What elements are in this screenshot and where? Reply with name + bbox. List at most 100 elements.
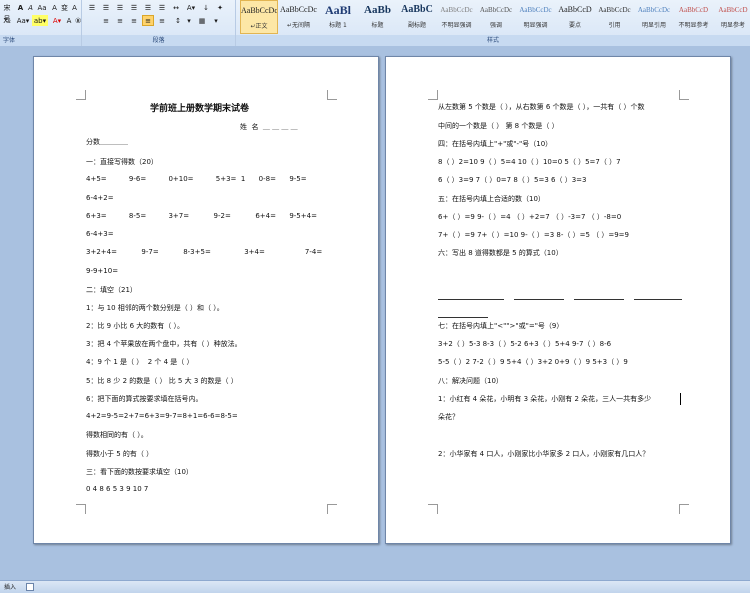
clear-format-button[interactable]: A: [50, 2, 59, 13]
crop-mark: [76, 504, 86, 514]
style-preview: AaBbCcD: [718, 6, 748, 14]
font-color-button[interactable]: A▾: [50, 15, 64, 26]
borders-button[interactable]: ▾: [210, 15, 222, 26]
style-preview: AaBbCcDc: [519, 6, 552, 14]
exam-line: 5：比 8 少 2 的数是（ ） 比 5 大 3 的数是（ ）: [86, 377, 238, 385]
style-name: 不明显参考: [678, 22, 709, 29]
paragraph-group-label: 段落: [82, 35, 235, 46]
enclose-char-button[interactable]: ⑧: [74, 15, 82, 26]
asian-layout-button[interactable]: A▾: [184, 2, 198, 13]
exam-title: 学前班上册数学期末试卷: [150, 104, 250, 114]
ribbon: 宋号 A A Aa A 变 A X₂ Aa▾ ab▾ A▾ A ⑧ 字体 ☰ ☰…: [0, 0, 750, 46]
exam-line: 四：在括号内填上"+"或"-"号（10）: [438, 140, 553, 148]
sort-button[interactable]: ↓: [200, 2, 212, 13]
exam-line: 8（ ）2=10 9（ ）5=4 10（ ）10=0 5（ ）5=7（ ）7: [438, 158, 621, 166]
exam-line: 五：在括号内填上合适的数（10）: [438, 195, 545, 203]
style-name: 明显引用: [641, 22, 666, 29]
align-center-button[interactable]: ≡: [114, 15, 126, 26]
exam-line: 6：把下面的算式按要求填在括号内。: [86, 395, 203, 403]
change-case-button[interactable]: Aa: [36, 2, 48, 13]
exam-line: 得数相同的有（ ）。: [86, 431, 148, 439]
style-preview: AaBl: [324, 3, 351, 17]
style-name: ↵正文: [250, 23, 268, 30]
highlight-button[interactable]: ab▾: [32, 15, 48, 26]
decrease-indent-button[interactable]: ☰: [128, 2, 140, 13]
style-tile[interactable]: AaBbC 副标题: [398, 0, 436, 34]
style-tile[interactable]: AaBbCcD 要点: [556, 0, 594, 34]
exam-line: 3+2（ ）5-3 8-3（ ）5-2 6+3（ ）5+4 9-7（ ）8-6: [438, 340, 612, 348]
line-spacing-button[interactable]: ↕: [172, 15, 184, 26]
align-right-button[interactable]: ≡: [128, 15, 140, 26]
exam-line: 6+（ ）=9 9-（ ）=4 （ ）+2=7 （ ）-3=7 （ ）-8=0: [438, 213, 622, 221]
style-name: 强调: [489, 22, 502, 29]
style-preview: AaBbCcD: [558, 5, 592, 14]
style-name: 标题: [371, 22, 384, 29]
style-tile[interactable]: AaBbCcDc 强调: [477, 0, 515, 34]
crop-mark: [327, 90, 337, 100]
subscript-button[interactable]: X₂: [0, 15, 14, 26]
style-preview: AaBbCcD: [678, 6, 709, 14]
crop-mark: [428, 504, 438, 514]
exam-line: 6（ ）3=9 7（ ）0=7 8（ ）5=3 6（ ）3=3: [438, 176, 587, 184]
macro-record-icon[interactable]: [26, 583, 34, 591]
answer-blank: [514, 299, 564, 300]
char-shading-button[interactable]: A: [65, 15, 73, 26]
style-tile[interactable]: AaBbCcDc ↵无间隔: [280, 0, 318, 34]
multilevel-list-button[interactable]: ☰: [114, 2, 126, 13]
font-size-box[interactable]: 宋号: [0, 2, 14, 23]
style-name: 明显强调: [523, 22, 548, 29]
show-marks-button[interactable]: ✦: [214, 2, 226, 13]
page-2[interactable]: 从左数第 5 个数是（ ），从右数第 6 个数是（ ），一共有（ ）个数 中间的一…: [385, 56, 731, 544]
style-tile[interactable]: AaBbCcD 明显参考: [714, 0, 750, 34]
exam-line: 4+5= 9-6= 0+10= 5+3= 1 0-8= 9-5=: [86, 175, 307, 183]
bold-button[interactable]: A: [16, 2, 25, 13]
char-border-button[interactable]: A: [70, 2, 79, 13]
exam-line: 3+2+4= 9-7= 8-3+5= 3+4= 7-4=: [86, 248, 323, 256]
style-preview: AaBbCcDc: [598, 6, 631, 14]
style-preview: AaBbCcDc: [241, 6, 277, 15]
shading-button[interactable]: ▦: [196, 15, 208, 26]
style-tile[interactable]: AaBbCcDc ↵正文: [240, 0, 278, 34]
numbering-button[interactable]: ☰: [100, 2, 112, 13]
page-1[interactable]: 学前班上册数学期末试卷 姓 名 ＿ ＿ ＿ ＿ 分数＿＿＿＿ 一：直接写得数（20…: [33, 56, 379, 544]
exam-line: 6-4+2=: [86, 194, 114, 202]
style-name: 引用: [608, 22, 621, 29]
increase-indent-button[interactable]: ☰: [142, 2, 154, 13]
crop-mark: [327, 504, 337, 514]
exam-line: 得数小于 5 的有（ ）: [86, 450, 154, 458]
phonetic-guide-button[interactable]: 变: [60, 2, 69, 13]
style-tile[interactable]: AaBbCcDc 明显强调: [517, 0, 555, 34]
style-preview: AaBbCcDc: [440, 6, 473, 14]
style-preview: AaBb: [364, 4, 391, 16]
text-direction-button[interactable]: ↔: [170, 2, 182, 13]
style-tile[interactable]: AaBbCcDc 引用: [596, 0, 634, 34]
answer-blank: [634, 299, 682, 300]
style-name: 标题 1: [329, 22, 347, 29]
style-tile[interactable]: AaBbCcD 不明显参考: [675, 0, 713, 34]
exam-line: 1：小红有 4 朵花，小明有 3 朵花，小刚有 2 朵花，三人一共有多少: [438, 395, 652, 403]
style-preview: AaBbCcDc: [637, 6, 671, 14]
style-preview: AaBbCcDc: [280, 5, 317, 14]
distribute-button[interactable]: ≡: [156, 15, 168, 26]
style-tile[interactable]: AaBb 标题: [359, 0, 397, 34]
exam-line: 1：与 10 相邻的两个数分别是（ ）和（ ）。: [86, 304, 224, 312]
text-effect-button[interactable]: Aa▾: [15, 15, 31, 26]
justify-button[interactable]: ≡: [142, 15, 154, 26]
bullets-button[interactable]: ☰: [86, 2, 98, 13]
styles-group: AaBbCcDc ↵正文 AaBbCcDc ↵无间隔 AaBl 标题 1 AaBb 标题 AaB…: [236, 0, 750, 46]
exam-line: 从左数第 5 个数是（ ），从右数第 6 个数是（ ），一共有（ ）个数: [438, 103, 645, 111]
crop-mark: [428, 90, 438, 100]
align-left-button[interactable]: ≡: [100, 15, 112, 26]
italic-button[interactable]: A: [26, 2, 35, 13]
style-tile[interactable]: AaBl 标题 1: [319, 0, 357, 34]
exam-line: 7+（ ）=9 7+（ ）=10 9-（ ）=3 8-（ ）=5 （ ）=9=9: [438, 231, 629, 239]
chinese-layout-button[interactable]: ☰: [156, 2, 168, 13]
exam-line: 4：9 个 1 是（ ） 2 个 4 是（ ）: [86, 358, 194, 366]
crop-mark: [76, 90, 86, 100]
exam-line: 6+3= 8-5= 3+7= 9-2= 6+4= 9-5+4=: [86, 212, 317, 220]
answer-blank: [574, 299, 624, 300]
style-tile[interactable]: AaBbCcDc 不明显强调: [438, 0, 476, 34]
insert-mode-indicator[interactable]: 插入: [4, 582, 16, 591]
style-tile[interactable]: AaBbCcDc 明显引用: [635, 0, 673, 34]
line-spacing-dropdown[interactable]: ▾: [185, 15, 193, 26]
